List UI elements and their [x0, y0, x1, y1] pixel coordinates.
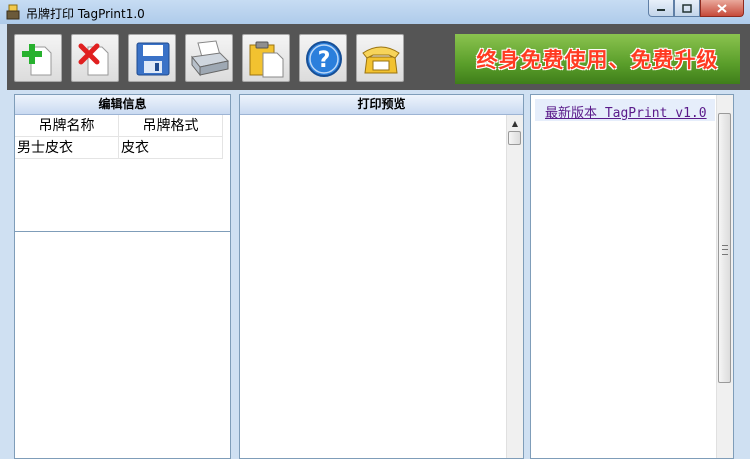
window-controls	[648, 0, 744, 18]
cell-tag-format[interactable]: 皮衣	[119, 137, 223, 159]
column-header-tag-format[interactable]: 吊牌格式	[119, 115, 223, 137]
telephone-icon	[362, 46, 400, 74]
edit-panel: 编辑信息 吊牌名称 吊牌格式 男士皮衣 皮衣	[14, 94, 231, 459]
tag-grid: 吊牌名称 吊牌格式 男士皮衣 皮衣	[15, 115, 224, 159]
table-row[interactable]: 男士皮衣 皮衣	[15, 137, 224, 159]
x-icon	[78, 43, 109, 76]
help-icon: ?	[306, 41, 342, 77]
cell-tag-name[interactable]: 男士皮衣	[15, 137, 119, 159]
preview-panel: 打印预览 ▲	[239, 94, 524, 459]
save-button[interactable]	[128, 34, 176, 82]
svg-text:?: ?	[318, 48, 331, 73]
scroll-thumb[interactable]	[508, 131, 521, 145]
column-header-tag-name[interactable]: 吊牌名称	[15, 115, 119, 137]
scroll-up-icon[interactable]: ▲	[507, 115, 523, 131]
promo-banner: 终身免费使用、免费升级	[455, 34, 740, 84]
grid-header-row: 吊牌名称 吊牌格式	[15, 115, 224, 137]
print-button[interactable]	[185, 34, 233, 82]
delete-button[interactable]	[71, 34, 119, 82]
floppy-disk-icon	[136, 42, 170, 76]
version-link[interactable]: 最新版本 TagPrint v1.0	[545, 102, 707, 121]
edit-panel-title: 编辑信息	[15, 95, 230, 115]
maximize-icon	[682, 3, 692, 13]
plus-icon	[22, 44, 52, 76]
toolbar: ? 终身免费使用、免费升级	[7, 24, 750, 90]
preview-scrollbar[interactable]: ▲	[506, 115, 523, 458]
banner-text: 终身免费使用、免费升级	[476, 48, 719, 72]
preview-panel-title: 打印预览	[240, 95, 523, 115]
add-button[interactable]	[14, 34, 62, 82]
minimize-button[interactable]	[648, 0, 674, 17]
contact-button[interactable]	[356, 34, 404, 82]
maximize-button[interactable]	[674, 0, 700, 17]
close-icon	[717, 3, 727, 13]
window-title: 吊牌打印 TagPrint1.0	[26, 7, 145, 21]
info-scrollbar[interactable]	[716, 95, 733, 458]
grip-icon	[722, 245, 728, 255]
app-icon	[6, 4, 20, 20]
info-scroll-thumb[interactable]	[718, 113, 731, 383]
panel-splitter[interactable]	[15, 231, 230, 232]
title-bar: 吊牌打印 TagPrint1.0	[0, 0, 750, 24]
paste-button[interactable]	[242, 34, 290, 82]
help-button[interactable]: ?	[299, 34, 347, 82]
minimize-icon	[657, 9, 665, 11]
close-button[interactable]	[700, 0, 744, 17]
clipboard-icon	[249, 41, 284, 78]
printer-icon	[191, 40, 230, 77]
info-panel: 最新版本 TagPrint v1.0	[530, 94, 734, 459]
version-link-row: 最新版本 TagPrint v1.0	[535, 99, 715, 121]
